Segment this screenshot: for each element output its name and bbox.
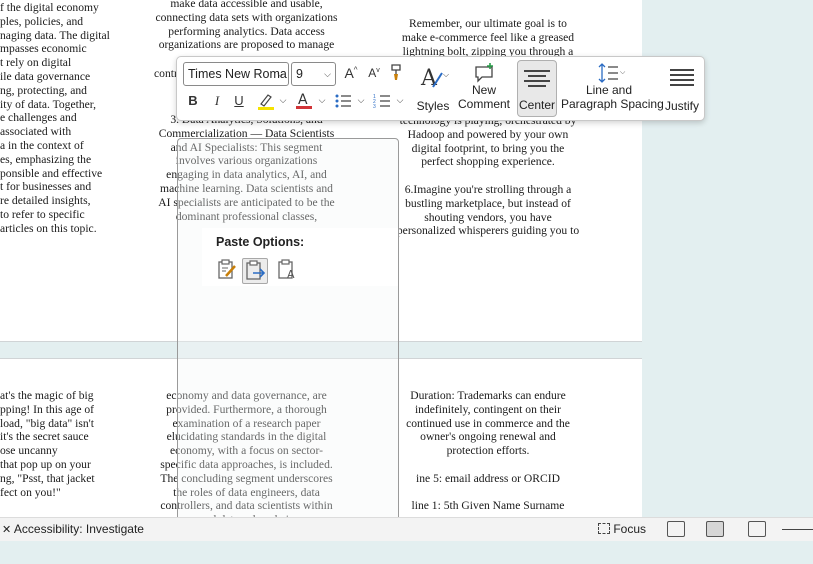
svg-text:⌵: ⌵ <box>620 69 626 76</box>
styles-icon: A ⌵ <box>419 63 449 94</box>
page2-right-column-text: Duration: Trademarks can endure indefini… <box>406 389 570 513</box>
svg-text:3: 3 <box>373 104 376 110</box>
shrink-font-icon[interactable]: Av <box>365 66 383 80</box>
font-name-value: Times New Roma <box>188 67 287 81</box>
keep-text-only-icon[interactable]: A <box>274 258 300 284</box>
center-align-button[interactable]: Center <box>517 60 557 117</box>
chevron-down-icon[interactable]: ⌵ <box>395 95 405 106</box>
styles-label: Styles <box>416 99 450 113</box>
zoom-slider[interactable] <box>782 529 813 530</box>
justify-button[interactable]: Justify <box>661 60 703 117</box>
numbering-icon[interactable]: 123 <box>372 92 392 113</box>
paste-options-panel: Paste Options: A <box>202 228 398 286</box>
merge-formatting-icon[interactable] <box>242 258 268 284</box>
page1-right-column-top-text: Remember, our ultimate goal is to make e… <box>401 17 575 58</box>
font-size-value: 9 <box>296 67 303 81</box>
chevron-down-icon[interactable]: ⌵ <box>356 95 366 106</box>
underline-icon[interactable]: U <box>231 93 247 108</box>
keep-source-formatting-icon[interactable] <box>214 258 240 284</box>
accessibility-text: Accessibility: Investigate <box>13 522 144 536</box>
chevron-down-icon[interactable]: ⌵ <box>278 95 288 106</box>
justify-label: Justify <box>664 99 699 113</box>
font-name-box[interactable]: Times New Roma ⌵ <box>183 62 289 86</box>
print-layout-view-icon[interactable] <box>706 521 724 537</box>
accessibility-status[interactable]: ✕ Accessibility: Investigate <box>2 522 144 536</box>
pasted-content-frame[interactable] <box>177 138 399 551</box>
styles-button[interactable]: A ⌵ Styles <box>411 60 455 117</box>
page1-right-column-text: technology is playing, orchestrated by H… <box>396 114 580 238</box>
read-mode-view-icon[interactable] <box>667 521 685 537</box>
bold-icon[interactable]: B <box>185 93 201 108</box>
line-spacing-label: Line and Paragraph Spacing <box>561 83 664 111</box>
svg-text:A: A <box>298 92 308 108</box>
page1-middle-column-cut-text: contr <box>154 67 178 80</box>
center-align-icon <box>524 67 550 90</box>
justify-icon <box>670 66 694 89</box>
line-spacing-button[interactable]: ⌵ Line and Paragraph Spacing <box>561 60 664 117</box>
svg-text:A: A <box>420 66 438 91</box>
paste-options-title: Paste Options: <box>216 235 305 249</box>
window-bottom <box>0 541 813 564</box>
italic-icon[interactable]: I <box>209 93 225 109</box>
center-label: Center <box>518 98 556 112</box>
focus-mode-button[interactable]: Focus <box>598 522 646 536</box>
format-painter-icon[interactable] <box>387 63 407 84</box>
svg-text:A: A <box>287 268 295 280</box>
chevron-down-icon[interactable]: ⌵ <box>277 69 284 80</box>
grow-font-icon[interactable]: A^ <box>341 65 361 81</box>
new-comment-label: New Comment <box>458 83 511 111</box>
svg-text:⌵: ⌵ <box>443 70 449 79</box>
web-layout-view-icon[interactable] <box>748 521 766 537</box>
font-size-box[interactable]: 9 ⌵ <box>291 62 336 86</box>
page1-left-column-text: f the digital economy ples, policies, an… <box>0 1 110 235</box>
status-bar: ✕ Accessibility: Investigate Focus <box>0 517 813 541</box>
focus-icon <box>598 523 610 534</box>
new-comment-button[interactable]: New Comment <box>458 60 510 117</box>
page2-left-column-text: at's the magic of big pping! In this age… <box>0 389 95 499</box>
bullets-icon[interactable] <box>333 92 353 113</box>
chevron-down-icon[interactable]: ⌵ <box>324 69 331 80</box>
floating-format-toolbar: Times New Roma ⌵ 9 ⌵ A^ Av B I U ⌵ A ⌵ ⌵… <box>176 56 705 121</box>
page1-middle-column-top-text: make data accessible and usable, connect… <box>155 0 338 52</box>
chevron-down-icon[interactable]: ⌵ <box>317 95 327 106</box>
font-color-icon[interactable]: A <box>294 90 314 113</box>
highlight-color-icon[interactable] <box>255 91 277 114</box>
accessibility-icon: ✕ <box>2 524 12 536</box>
focus-label: Focus <box>613 522 647 536</box>
